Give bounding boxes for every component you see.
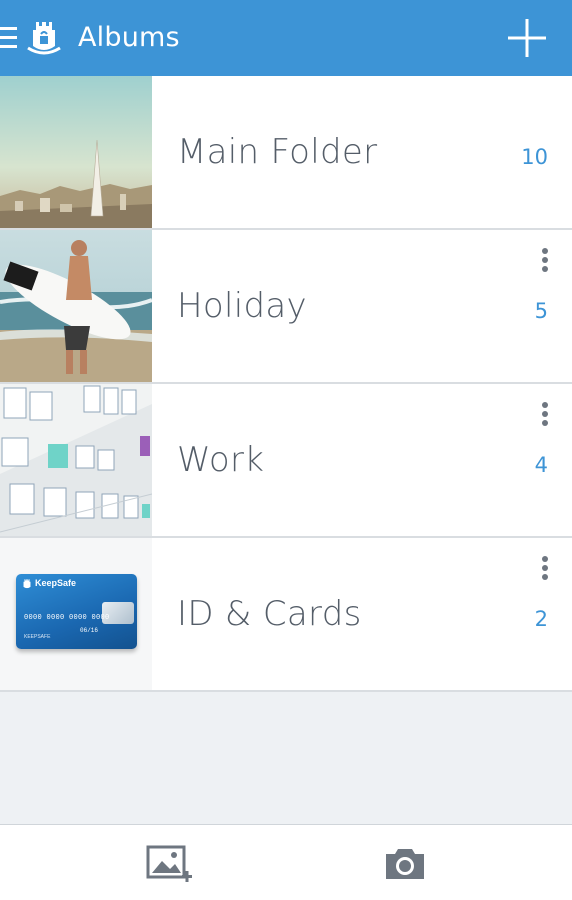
overflow-menu-icon[interactable] [538,248,552,278]
album-name: Holiday [177,286,307,326]
card-brand: KeepSafe [35,578,77,588]
album-thumbnail-card: KeepSafe 0000 0000 0000 0000 KEEPSAFE 06… [0,538,152,690]
album-name: Main Folder [177,132,378,172]
album-row-work[interactable]: Work 4 [0,384,572,538]
album-row-holiday[interactable]: Holiday 5 [0,230,572,384]
album-row-id-cards[interactable]: KeepSafe 0000 0000 0000 0000 KEEPSAFE 06… [0,538,572,692]
card-number: 0000 0000 0000 0000 [24,614,110,622]
card-holder: KEEPSAFE [24,634,51,640]
album-count: 10 [521,145,548,169]
hamburger-menu-icon[interactable] [0,27,17,49]
card-expiry: 06/16 [80,627,99,634]
keepsafe-logo-icon [23,579,31,589]
album-count: 2 [534,607,548,631]
plus-icon[interactable] [507,18,547,58]
album-thumbnail-city [0,76,152,228]
add-photo-icon[interactable] [146,845,192,885]
album-row-main-folder[interactable]: Main Folder 10 [0,76,572,230]
album-list: Main Folder 10 Holiday 5 Work 4 KeepSafe… [0,76,572,692]
keepsafe-logo-icon[interactable] [26,18,62,56]
album-name: Work [177,440,265,480]
overflow-menu-icon[interactable] [538,556,552,586]
album-count: 5 [534,299,548,323]
album-thumbnail-whiteboard [0,384,152,536]
bottom-bar [0,824,572,900]
app-bar: Albums [0,0,572,76]
keepsafe-card: KeepSafe 0000 0000 0000 0000 KEEPSAFE 06… [16,574,137,649]
camera-icon[interactable] [384,847,426,881]
album-thumbnail-surfer [0,230,152,382]
overflow-menu-icon[interactable] [538,402,552,432]
album-count: 4 [534,453,548,477]
album-name: ID & Cards [177,594,362,634]
page-title: Albums [78,22,180,53]
